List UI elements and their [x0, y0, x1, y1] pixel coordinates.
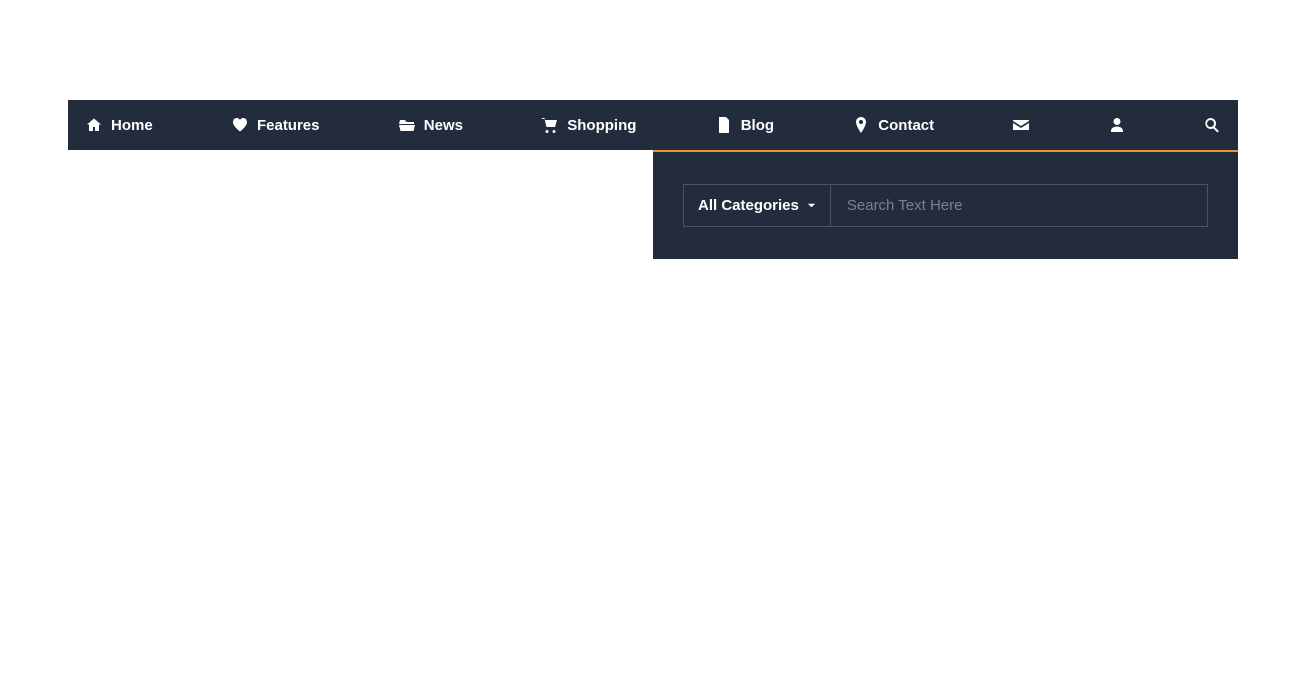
document-icon: [716, 117, 732, 133]
pin-icon: [853, 117, 869, 133]
search-panel-wrapper: All Categories: [68, 150, 1238, 259]
category-select[interactable]: All Categories: [684, 185, 831, 226]
nav-item-label: Blog: [741, 117, 774, 134]
nav-item-label: Contact: [878, 117, 934, 134]
nav-item-label: Home: [111, 117, 153, 134]
nav-item-label: Features: [257, 117, 320, 134]
category-select-label: All Categories: [698, 197, 799, 214]
cart-icon: [542, 117, 558, 133]
chevron-down-icon: [807, 201, 816, 210]
main-navbar: Home Features News Shopping: [68, 100, 1238, 150]
nav-item-home[interactable]: Home: [86, 117, 153, 134]
user-icon: [1109, 117, 1125, 133]
nav-mail-button[interactable]: [1013, 117, 1029, 133]
nav-user-button[interactable]: [1109, 117, 1125, 133]
nav-search-button[interactable]: [1204, 117, 1220, 133]
search-input[interactable]: [831, 185, 1207, 226]
heart-icon: [232, 117, 248, 133]
search-panel: All Categories: [653, 150, 1238, 259]
home-icon: [86, 117, 102, 133]
nav-item-features[interactable]: Features: [232, 117, 320, 134]
search-icon: [1204, 117, 1220, 133]
folder-icon: [399, 117, 415, 133]
nav-item-contact[interactable]: Contact: [853, 117, 934, 134]
nav-item-blog[interactable]: Blog: [716, 117, 774, 134]
nav-item-news[interactable]: News: [399, 117, 463, 134]
nav-item-shopping[interactable]: Shopping: [542, 117, 636, 134]
search-row: All Categories: [683, 184, 1208, 227]
envelope-icon: [1013, 117, 1029, 133]
nav-item-label: Shopping: [567, 117, 636, 134]
nav-item-label: News: [424, 117, 463, 134]
